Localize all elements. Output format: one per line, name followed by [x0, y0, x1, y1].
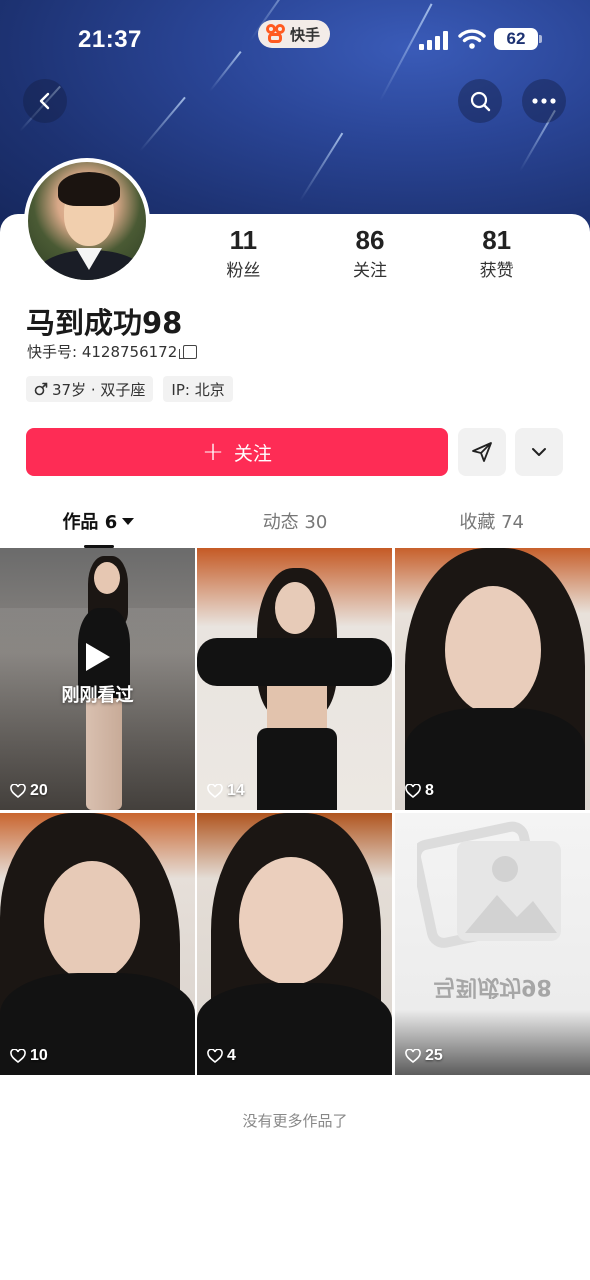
status-time: 21:37 — [78, 26, 142, 53]
tab-label: 作品 6 — [62, 512, 118, 533]
like-count-value: 20 — [30, 782, 48, 799]
kuaishou-id: 快手号: 4128756172 — [27, 343, 178, 361]
stat-value: 86 — [355, 225, 385, 255]
image-placeholder-thumbnail[interactable]: 马到成功98 25 — [395, 813, 590, 1075]
like-count-value: 8 — [425, 782, 434, 799]
heart-icon — [10, 784, 26, 798]
tag-ip-location: IP: 北京 — [163, 376, 233, 402]
follow-label: 关注 — [233, 442, 272, 465]
recently-watched-label: 刚刚看过 — [61, 685, 134, 706]
stat-value: 81 — [482, 225, 512, 255]
tab-label: 收藏 74 — [459, 512, 524, 533]
male-gender-icon — [34, 382, 48, 396]
no-more-works-note: 没有更多作品了 — [242, 1112, 348, 1130]
tag-text: 37岁 · 双子座 — [52, 380, 146, 399]
stat-following[interactable]: 86 关注 — [307, 226, 434, 282]
app-indicator[interactable]: 快手 — [258, 20, 331, 48]
kuaishou-logo-icon — [266, 24, 286, 44]
like-count-value: 25 — [425, 1047, 443, 1064]
tab-moments[interactable]: 动态 30 — [197, 508, 394, 548]
profile-tags: 37岁 · 双子座 IP: 北京 — [26, 376, 233, 402]
like-count: 20 — [10, 782, 48, 800]
heart-icon — [207, 784, 223, 798]
cellular-signal-icon — [419, 30, 449, 50]
like-count-value: 4 — [227, 1047, 236, 1064]
video-thumbnail[interactable]: 刚刚看过 20 — [0, 548, 195, 810]
battery-level: 62 — [506, 29, 526, 48]
tab-works[interactable]: 作品 6 — [0, 508, 197, 548]
profile-stats: 11 粉丝 86 关注 81 获赞 — [180, 226, 560, 282]
wifi-icon — [458, 29, 486, 49]
video-thumbnail[interactable]: 14 — [197, 548, 392, 810]
avatar[interactable] — [24, 158, 150, 284]
battery-indicator: 62 — [494, 28, 542, 50]
tag-age-zodiac: 37岁 · 双子座 — [26, 376, 154, 402]
image-placeholder-icon — [417, 821, 561, 948]
search-icon — [470, 91, 491, 112]
play-icon — [85, 643, 110, 671]
chevron-left-icon — [39, 92, 50, 110]
caret-down-icon — [122, 518, 135, 525]
video-thumbnail[interactable]: 4 — [197, 813, 392, 1075]
stat-fans[interactable]: 11 粉丝 — [180, 226, 307, 282]
follow-button[interactable]: + 关注 — [26, 428, 448, 476]
chevron-down-icon — [532, 448, 546, 456]
content-tabs: 作品 6 动态 30 收藏 74 — [0, 508, 590, 548]
tab-favorites[interactable]: 收藏 74 — [393, 508, 590, 548]
tag-text: IP: 北京 — [171, 380, 225, 399]
send-paper-plane-icon — [472, 442, 492, 462]
stat-value: 11 — [229, 225, 258, 255]
meteor-streak — [299, 132, 344, 202]
like-count-value: 10 — [30, 1047, 48, 1064]
meteor-streak — [139, 96, 186, 152]
kuaishou-id-row[interactable]: 快手号: 4128756172 — [27, 341, 198, 362]
stat-label: 获赞 — [479, 261, 514, 281]
profile-name: 马到成功98 — [26, 306, 183, 340]
stat-label: 粉丝 — [226, 261, 261, 281]
heart-icon — [405, 784, 421, 798]
like-count: 10 — [10, 1047, 48, 1065]
heart-icon — [10, 1049, 26, 1063]
video-thumbnail[interactable]: 8 — [395, 548, 590, 810]
recently-watched-overlay: 刚刚看过 — [0, 643, 195, 707]
more-dots-icon — [532, 98, 556, 104]
heart-icon — [207, 1049, 223, 1063]
like-count: 4 — [207, 1047, 236, 1065]
placeholder-caption: 马到成功98 — [433, 974, 552, 999]
back-button[interactable] — [23, 79, 67, 123]
plus-icon: + — [202, 437, 224, 467]
heart-icon — [405, 1049, 421, 1063]
stat-likes[interactable]: 81 获赞 — [433, 226, 560, 282]
stat-label: 关注 — [353, 261, 387, 281]
works-grid: 刚刚看过 20 14 8 10 4 马到成功98 25 — [0, 548, 590, 1076]
tab-label: 动态 30 — [262, 512, 328, 533]
like-count: 8 — [405, 782, 434, 800]
copy-icon[interactable] — [179, 344, 198, 359]
like-count: 14 — [207, 782, 245, 800]
app-name: 快手 — [290, 25, 321, 44]
search-button[interactable] — [458, 79, 502, 123]
more-button[interactable] — [522, 79, 566, 123]
like-count: 25 — [405, 1047, 443, 1065]
like-count-value: 14 — [227, 782, 245, 799]
video-thumbnail[interactable]: 10 — [0, 813, 195, 1075]
message-button[interactable] — [458, 428, 506, 476]
expand-recommendations-button[interactable] — [515, 428, 563, 476]
status-bar: 21:37 快手 62 — [0, 18, 590, 62]
